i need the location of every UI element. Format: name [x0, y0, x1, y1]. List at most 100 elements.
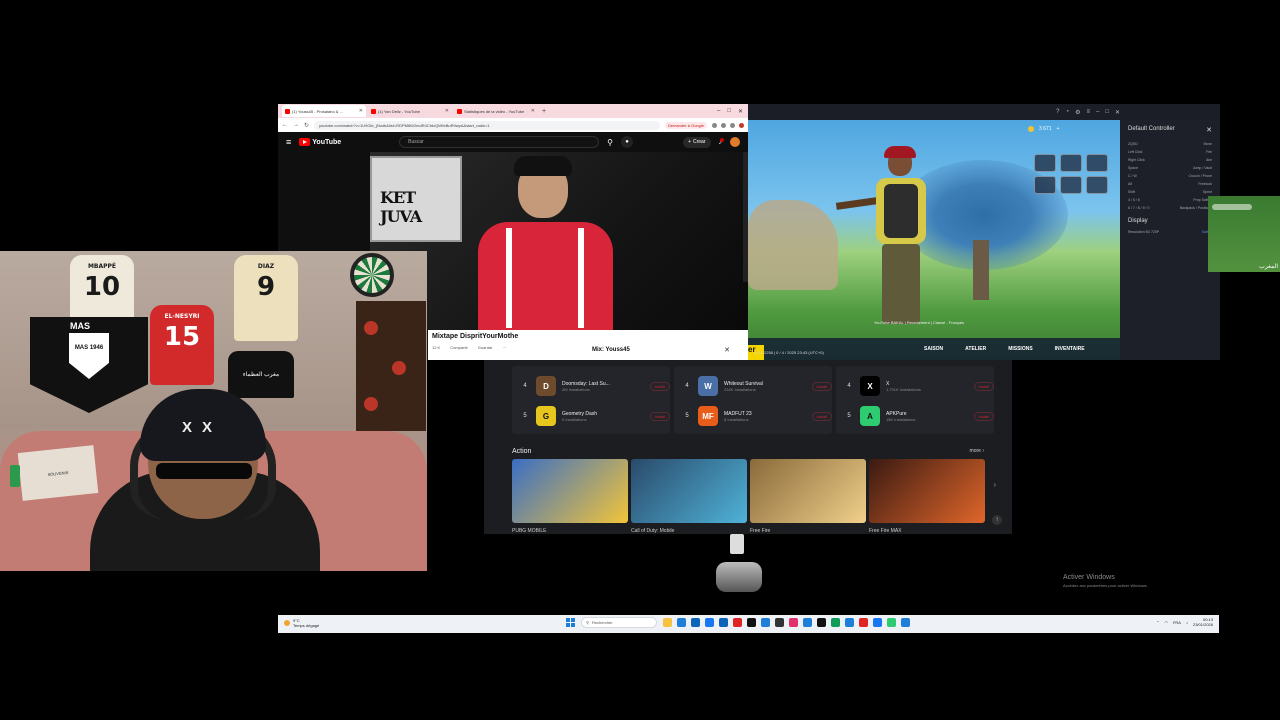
keymap-row[interactable]: Alt Freelook: [1128, 182, 1212, 186]
keymap-row[interactable]: Right Click Aim: [1128, 158, 1212, 162]
install-button[interactable]: Install: [973, 381, 994, 391]
hud-button[interactable]: [1060, 154, 1082, 172]
game-card-caption[interactable]: Free Fire MAX: [869, 528, 926, 534]
forward-icon[interactable]: →: [293, 122, 299, 128]
keymap-row[interactable]: C / W Crouch / Prone: [1128, 174, 1212, 178]
close-icon[interactable]: ✕: [1115, 109, 1120, 116]
like-button[interactable]: 12 K: [432, 345, 440, 350]
pinned-app-icon[interactable]: [775, 618, 784, 627]
keymap-row[interactable]: Space Jump / Vault: [1128, 166, 1212, 170]
game-card-caption[interactable]: PUBG MOBILE: [512, 528, 569, 534]
notifications-bell-icon[interactable]: ♪: [719, 137, 724, 146]
extension-icon[interactable]: [721, 122, 726, 128]
app-list-item[interactable]: 4 D Doomsday: Last Su... 2M Installations In…: [520, 372, 670, 400]
menu-icon[interactable]: ≡: [1086, 109, 1090, 115]
windows-start-icon[interactable]: [566, 618, 575, 627]
wifi-icon[interactable]: ◠: [1164, 620, 1168, 625]
game-card[interactable]: [631, 459, 747, 523]
game-card[interactable]: [512, 459, 628, 523]
nav-workshop[interactable]: ATELIER: [965, 346, 986, 352]
new-tab-button[interactable]: +: [542, 108, 546, 115]
maximize-button[interactable]: □: [727, 108, 731, 115]
taskbar-search[interactable]: ⚲ Rechercher: [581, 617, 657, 628]
account-avatar[interactable]: [730, 137, 740, 147]
install-button[interactable]: Install: [811, 381, 832, 391]
clock[interactable]: 00:13 23/01/2026: [1193, 617, 1213, 627]
add-currency-icon[interactable]: +: [1057, 126, 1060, 132]
pinned-app-icon[interactable]: [789, 618, 798, 627]
weather-widget[interactable]: 9°C Temps dégagé: [284, 618, 319, 628]
install-button[interactable]: Install: [973, 411, 994, 421]
pinned-app-icon[interactable]: [747, 618, 756, 627]
pinned-app-icon[interactable]: [733, 618, 742, 627]
pinned-app-icon[interactable]: [691, 618, 700, 627]
mix-playlist-title[interactable]: Mix: Youss45: [592, 347, 630, 353]
pinned-app-icon[interactable]: [817, 618, 826, 627]
profile-avatar-icon[interactable]: [739, 122, 744, 128]
pinned-app-icon[interactable]: [873, 618, 882, 627]
help-icon[interactable]: ?: [1056, 109, 1059, 115]
extension-icon[interactable]: [712, 122, 717, 128]
address-bar[interactable]: youtube.com/watch?v=1U9Gkr_jNodk&list=RD…: [314, 120, 660, 130]
app-list-item[interactable]: 4 W Whiteout Survival 234K Installations Ins…: [682, 372, 832, 400]
pinned-app-icon[interactable]: [663, 618, 672, 627]
close-tab-icon[interactable]: ✕: [531, 108, 535, 114]
back-icon[interactable]: ←: [282, 122, 288, 128]
pinned-app-icon[interactable]: [831, 618, 840, 627]
tab-video-stats[interactable]: Statistiques de la vidéo - YouTube ✕: [454, 105, 538, 117]
video-title[interactable]: Mixtape DispritYourMothe: [432, 333, 518, 340]
maximize-icon[interactable]: □: [1105, 109, 1109, 115]
install-button[interactable]: Install: [811, 411, 832, 421]
keymap-row[interactable]: ZQSD Move: [1128, 142, 1212, 146]
app-list-item[interactable]: 5 G Geometry Dash 5 Installations Install: [520, 402, 670, 430]
close-panel-icon[interactable]: ✕: [1206, 126, 1212, 134]
reload-icon[interactable]: ↻: [304, 122, 309, 129]
hud-button[interactable]: [1060, 176, 1082, 194]
close-window-button[interactable]: ✕: [738, 108, 743, 115]
pinned-app-icon[interactable]: [761, 618, 770, 627]
nav-season[interactable]: SAISON: [924, 346, 943, 352]
pinned-app-icon[interactable]: [845, 618, 854, 627]
keymap-row[interactable]: Left Click Fire: [1128, 150, 1212, 154]
hud-button[interactable]: [1034, 176, 1056, 194]
more-actions-button[interactable]: ···: [502, 345, 506, 350]
language-indicator[interactable]: FRA: [1173, 620, 1181, 625]
close-tab-icon[interactable]: ✕: [359, 108, 363, 114]
hamburger-menu-icon[interactable]: ≡: [286, 137, 291, 147]
nav-missions[interactable]: MISSIONS: [1008, 346, 1032, 352]
bookmark-star-icon[interactable]: [730, 122, 735, 128]
keymap-row[interactable]: Shift Sprint: [1128, 190, 1212, 194]
pinned-app-icon[interactable]: [859, 618, 868, 627]
tab-yan-dellz[interactable]: (1) Yan Dellz - YouTube ✕: [368, 105, 452, 117]
app-list-item[interactable]: 5 MF MADFUT 23 8 Installations Install: [682, 402, 832, 430]
settings-icon[interactable]: ⚙: [1075, 109, 1080, 116]
youtube-search-input[interactable]: Buscar: [399, 136, 600, 148]
close-mix-icon[interactable]: ✕: [724, 346, 730, 354]
minimize-icon[interactable]: –: [1096, 109, 1099, 115]
create-button[interactable]: + Crear: [683, 136, 711, 148]
pinned-app-icon[interactable]: [677, 618, 686, 627]
youtube-logo[interactable]: YouTube: [299, 138, 341, 146]
install-button[interactable]: Install: [649, 411, 670, 421]
save-button[interactable]: Guardar: [478, 345, 493, 350]
app-list-item[interactable]: 4 X X 1,791K Installations Install: [844, 372, 994, 400]
keymap-row[interactable]: 6 / 7 / 8 / 9 / 0 Backpack / Positions: [1128, 206, 1212, 210]
pinned-app-icon[interactable]: [705, 618, 714, 627]
pinned-app-icon[interactable]: [719, 618, 728, 627]
tab-youtube-video[interactable]: (1) Youss45 - Prosalaho & ... ✕: [282, 105, 366, 117]
microphone-icon[interactable]: ●: [621, 136, 634, 148]
volume-icon[interactable]: ♪: [1186, 620, 1188, 625]
game-card[interactable]: [750, 459, 866, 523]
scroll-up-icon[interactable]: ↑: [992, 515, 1002, 525]
install-button[interactable]: Install: [649, 381, 670, 391]
carousel-next-icon[interactable]: ›: [993, 480, 996, 489]
search-icon[interactable]: ⚲: [607, 138, 613, 147]
app-list-item[interactable]: 5 A APKPure 18K Installations Install: [844, 402, 994, 430]
nav-inventory[interactable]: INVENTAIRE: [1055, 346, 1085, 352]
hud-button[interactable]: [1086, 154, 1108, 172]
tray-chevron-icon[interactable]: ⌃: [1156, 620, 1159, 625]
keymap-row[interactable]: 4 / 5 / 6 Prop Switch: [1128, 198, 1212, 202]
pinned-app-icon[interactable]: [901, 618, 910, 627]
pinned-app-icon[interactable]: [803, 618, 812, 627]
minimize-button[interactable]: –: [717, 108, 720, 115]
